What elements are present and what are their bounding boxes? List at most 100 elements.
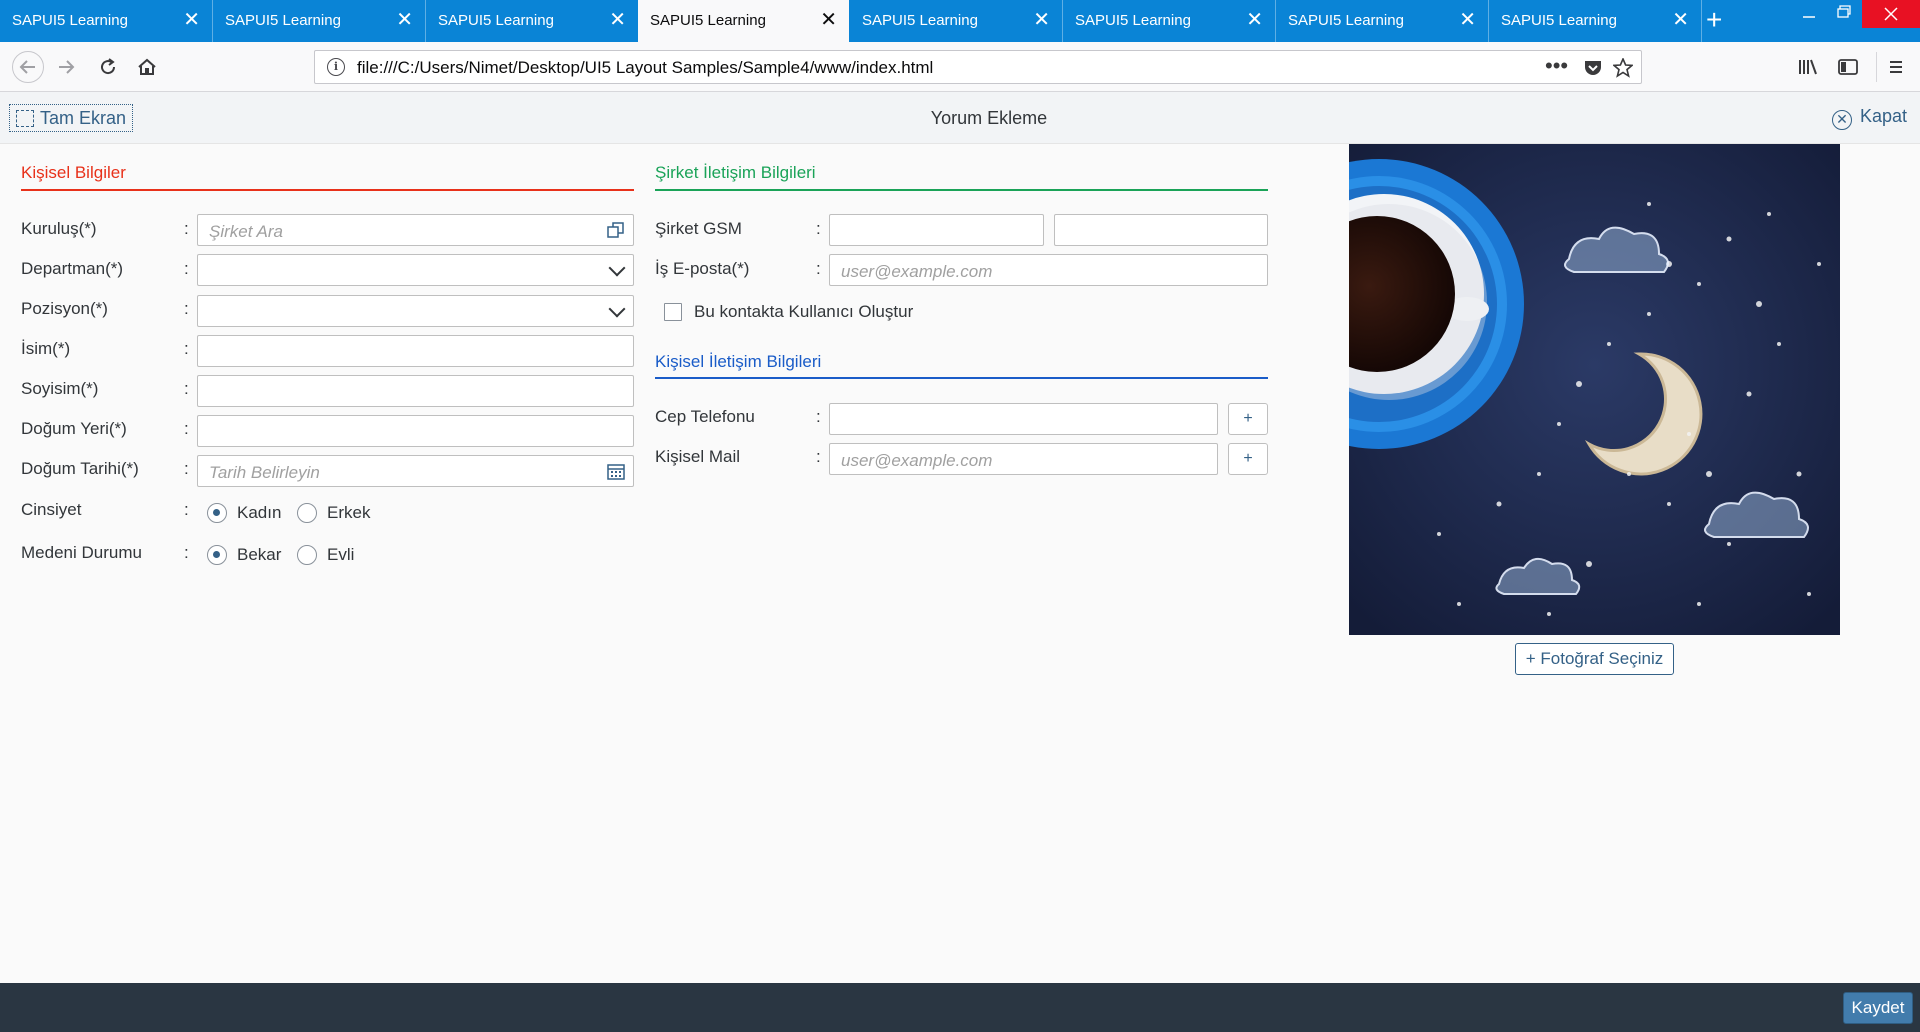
tab-close-icon[interactable]: ✕ bbox=[1246, 10, 1263, 30]
colon: : bbox=[184, 379, 189, 398]
url-bar[interactable]: i file:///C:/Users/Nimet/Desktop/UI5 Lay… bbox=[314, 50, 1642, 84]
browser-tab[interactable]: SAPUI5 Learning ✕ bbox=[1489, 0, 1701, 42]
library-icon[interactable] bbox=[1795, 54, 1821, 80]
pocket-icon[interactable] bbox=[1583, 56, 1603, 84]
is-eposta-label: İş E-posta(*) bbox=[655, 259, 750, 278]
is-eposta-input[interactable]: user@example.com bbox=[829, 254, 1268, 286]
radio-bekar[interactable] bbox=[207, 545, 227, 565]
browser-tab[interactable]: SAPUI5 Learning ✕ bbox=[1276, 0, 1488, 42]
is-eposta-placeholder: user@example.com bbox=[841, 262, 993, 281]
colon: : bbox=[184, 419, 189, 438]
kurulus-label: Kuruluş(*) bbox=[21, 219, 97, 238]
sirket-gsm-code-input[interactable] bbox=[829, 214, 1044, 246]
menu-icon[interactable] bbox=[1883, 54, 1909, 80]
calendar-icon[interactable] bbox=[607, 462, 625, 480]
window-close-icon[interactable] bbox=[1862, 0, 1920, 28]
tab-close-icon[interactable]: ✕ bbox=[1672, 10, 1689, 30]
dogum-yeri-input[interactable] bbox=[197, 415, 634, 447]
browser-tab[interactable]: SAPUI5 Learning ✕ bbox=[1063, 0, 1275, 42]
new-tab-icon[interactable]: + bbox=[1706, 6, 1722, 34]
browser-tab[interactable]: SAPUI5 Learning ✕ bbox=[0, 0, 212, 42]
personal-info-underline bbox=[21, 189, 634, 191]
cinsiyet-label: Cinsiyet bbox=[21, 500, 82, 519]
kisisel-mail-input[interactable]: user@example.com bbox=[829, 443, 1218, 475]
colon: : bbox=[184, 543, 189, 562]
radio-evli-label[interactable]: Evli bbox=[327, 545, 354, 565]
close-button[interactable]: ✕ Kapat bbox=[1832, 106, 1907, 130]
sirket-gsm-number-input[interactable] bbox=[1054, 214, 1268, 246]
save-button[interactable]: Kaydet bbox=[1843, 992, 1913, 1024]
tab-label: SAPUI5 Learning bbox=[12, 12, 128, 29]
browser-tab[interactable]: SAPUI5 Learning ✕ bbox=[850, 0, 1062, 42]
dogum-tarihi-placeholder: Tarih Belirleyin bbox=[209, 463, 320, 482]
tab-label: SAPUI5 Learning bbox=[1501, 12, 1617, 29]
tab-close-icon[interactable]: ✕ bbox=[1459, 10, 1476, 30]
browser-tab-bar: SAPUI5 Learning ✕ SAPUI5 Learning ✕ SAPU… bbox=[0, 0, 1920, 42]
colon: : bbox=[816, 219, 821, 238]
soyisim-input[interactable] bbox=[197, 375, 634, 407]
browser-tab[interactable]: SAPUI5 Learning ✕ bbox=[213, 0, 425, 42]
sirket-gsm-label: Şirket GSM bbox=[655, 219, 742, 238]
departman-label: Departman(*) bbox=[21, 259, 124, 278]
radio-erkek[interactable] bbox=[297, 503, 317, 523]
radio-kadin[interactable] bbox=[207, 503, 227, 523]
kisisel-mail-placeholder: user@example.com bbox=[841, 451, 993, 470]
reload-icon[interactable] bbox=[95, 54, 121, 80]
colon: : bbox=[184, 219, 189, 238]
radio-erkek-label[interactable]: Erkek bbox=[327, 503, 370, 523]
add-mail-button[interactable]: + bbox=[1228, 443, 1268, 475]
colon: : bbox=[184, 500, 189, 519]
tab-label: SAPUI5 Learning bbox=[1075, 12, 1191, 29]
dogum-tarihi-datepicker[interactable]: Tarih Belirleyin bbox=[197, 455, 634, 487]
cep-telefonu-label: Cep Telefonu bbox=[655, 407, 755, 426]
tab-close-icon[interactable]: ✕ bbox=[820, 10, 837, 30]
radio-bekar-label[interactable]: Bekar bbox=[237, 545, 281, 565]
add-phone-button[interactable]: + bbox=[1228, 403, 1268, 435]
select-photo-button[interactable]: + Fotoğraf Seçiniz bbox=[1515, 643, 1674, 675]
tab-label: SAPUI5 Learning bbox=[862, 12, 978, 29]
company-contact-underline bbox=[655, 189, 1268, 191]
tab-label: SAPUI5 Learning bbox=[1288, 12, 1404, 29]
app-header: Tam Ekran Yorum Ekleme ✕ Kapat bbox=[0, 92, 1920, 144]
colon: : bbox=[184, 299, 189, 318]
bookmark-star-icon[interactable] bbox=[1611, 56, 1635, 84]
departman-select[interactable] bbox=[197, 254, 634, 286]
pozisyon-select[interactable] bbox=[197, 295, 634, 327]
browser-tab[interactable]: SAPUI5 Learning ✕ bbox=[426, 0, 638, 42]
colon: : bbox=[184, 259, 189, 278]
back-icon[interactable] bbox=[12, 51, 44, 83]
create-user-label[interactable]: Bu kontakta Kullanıcı Oluştur bbox=[694, 302, 913, 322]
dogum-tarihi-label: Doğum Tarihi(*) bbox=[21, 459, 139, 478]
kurulus-placeholder: Şirket Ara bbox=[209, 222, 284, 241]
forward-icon[interactable] bbox=[53, 54, 79, 80]
sidebar-icon[interactable] bbox=[1835, 54, 1861, 80]
radio-evli[interactable] bbox=[297, 545, 317, 565]
create-user-checkbox[interactable] bbox=[664, 303, 682, 321]
site-info-icon[interactable]: i bbox=[327, 58, 345, 76]
tab-label: SAPUI5 Learning bbox=[650, 12, 766, 29]
tab-separator bbox=[1701, 0, 1702, 42]
kurulus-search-input[interactable]: Şirket Ara bbox=[197, 214, 634, 246]
personal-contact-title: Kişisel İletişim Bilgileri bbox=[655, 352, 822, 371]
isim-input[interactable] bbox=[197, 335, 634, 367]
value-help-icon[interactable] bbox=[607, 221, 625, 239]
restore-icon[interactable] bbox=[1826, 0, 1860, 28]
close-circle-icon: ✕ bbox=[1832, 110, 1852, 130]
home-icon[interactable] bbox=[134, 54, 160, 80]
url-text[interactable]: file:///C:/Users/Nimet/Desktop/UI5 Layou… bbox=[357, 58, 933, 78]
page-actions-icon[interactable]: ••• bbox=[1545, 53, 1568, 79]
tab-close-icon[interactable]: ✕ bbox=[609, 10, 626, 30]
tab-close-icon[interactable]: ✕ bbox=[183, 10, 200, 30]
personal-contact-underline bbox=[655, 377, 1268, 379]
tab-close-icon[interactable]: ✕ bbox=[396, 10, 413, 30]
colon: : bbox=[184, 339, 189, 358]
dogum-yeri-label: Doğum Yeri(*) bbox=[21, 419, 127, 438]
tab-close-icon[interactable]: ✕ bbox=[1033, 10, 1050, 30]
footer-bar: Kaydet bbox=[0, 983, 1920, 1032]
cep-telefonu-input[interactable] bbox=[829, 403, 1218, 435]
colon: : bbox=[184, 459, 189, 478]
radio-kadin-label[interactable]: Kadın bbox=[237, 503, 281, 523]
browser-tab-active[interactable]: SAPUI5 Learning ✕ bbox=[638, 0, 849, 42]
company-contact-title: Şirket İletişim Bilgileri bbox=[655, 163, 816, 182]
minimize-icon[interactable] bbox=[1792, 0, 1826, 28]
